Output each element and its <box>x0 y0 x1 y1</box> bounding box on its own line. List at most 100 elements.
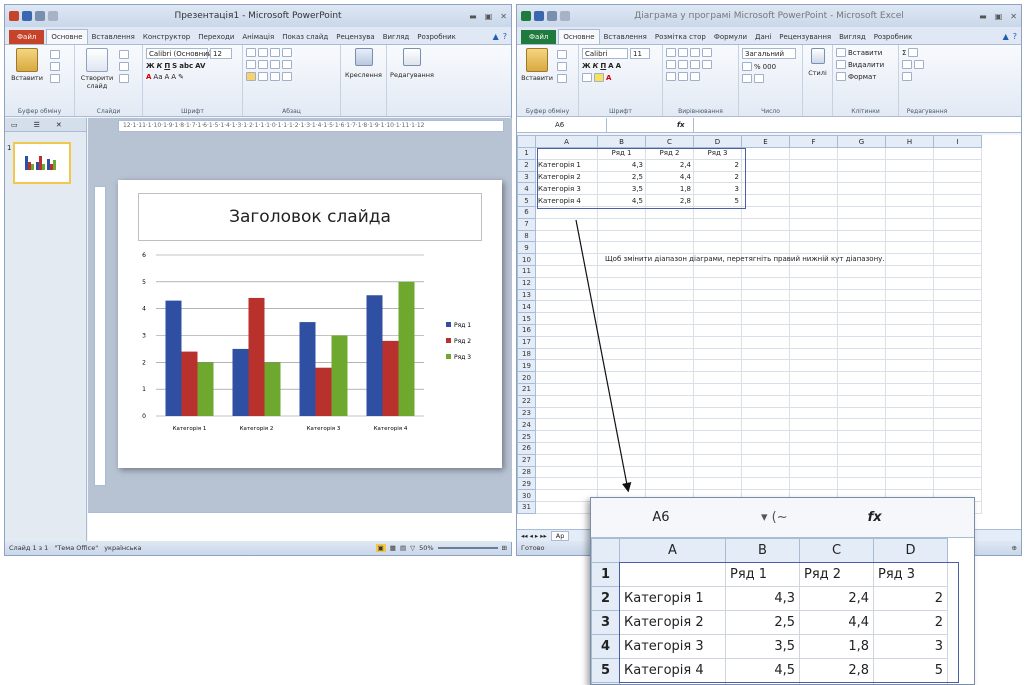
cell[interactable] <box>535 430 598 443</box>
fit-window-icon[interactable]: ⊞ <box>502 544 507 552</box>
zoom-cell[interactable]: 2,4 <box>799 586 874 611</box>
cell[interactable] <box>741 158 790 172</box>
cell[interactable] <box>535 418 598 432</box>
cell[interactable] <box>741 217 790 231</box>
excel-cut-icon[interactable] <box>557 50 567 59</box>
cell[interactable] <box>837 170 886 184</box>
cut-icon[interactable] <box>50 50 60 59</box>
excel-tab-2[interactable]: Вставлення <box>600 30 651 44</box>
cell[interactable] <box>837 441 886 455</box>
notes-pane[interactable] <box>88 512 512 542</box>
zoom-column-header[interactable]: D <box>873 538 948 563</box>
excel-font-color-icon[interactable]: A <box>606 74 611 82</box>
cell[interactable] <box>741 182 790 196</box>
excel-save-icon[interactable] <box>534 11 544 21</box>
cell[interactable] <box>535 312 598 325</box>
cell[interactable] <box>741 394 790 408</box>
cell[interactable] <box>741 465 790 479</box>
cell[interactable] <box>837 205 886 219</box>
excel-align-left-icon[interactable] <box>666 60 676 69</box>
cell[interactable] <box>693 217 742 231</box>
cell[interactable] <box>837 477 886 491</box>
cell[interactable]: Ряд 3 <box>693 147 742 160</box>
row-header[interactable]: 21 <box>517 382 536 396</box>
excel-redo-icon[interactable] <box>560 11 570 21</box>
slide-canvas[interactable]: Заголовок слайда 0 1 2 3 4 5 6 Категорія 1 Катег… <box>118 180 502 468</box>
cell[interactable] <box>933 359 982 373</box>
cell[interactable] <box>885 394 934 408</box>
cell[interactable] <box>885 477 934 491</box>
close-pane-icon[interactable]: ✕ <box>56 121 62 129</box>
cell[interactable] <box>837 347 886 361</box>
cell[interactable] <box>837 335 886 349</box>
cell[interactable] <box>535 276 598 290</box>
cell[interactable] <box>741 335 790 349</box>
zoom-cell[interactable]: 5 <box>873 658 948 683</box>
cell[interactable] <box>933 323 982 337</box>
cell[interactable] <box>597 359 646 373</box>
bold-icon[interactable]: Ж <box>146 62 155 70</box>
number-format-box[interactable]: Загальний <box>742 48 796 59</box>
cell[interactable] <box>837 147 886 160</box>
cell[interactable] <box>741 382 790 396</box>
cell[interactable] <box>933 264 982 278</box>
zoom-cell[interactable]: Ряд 1 <box>725 562 800 587</box>
cell[interactable] <box>885 371 934 384</box>
column-header[interactable]: H <box>885 135 934 148</box>
cell[interactable] <box>535 359 598 373</box>
autosum-icon[interactable]: Σ <box>902 49 906 57</box>
excel-font-size[interactable]: 11 <box>630 48 650 59</box>
underline-icon[interactable]: П <box>164 62 170 70</box>
align-top-icon[interactable] <box>666 48 676 57</box>
cell[interactable] <box>933 465 982 479</box>
cell[interactable]: 4,4 <box>645 170 694 184</box>
zoom-corner[interactable] <box>591 538 620 563</box>
excel-close-icon[interactable]: ✕ <box>1010 12 1017 21</box>
fill-icon[interactable] <box>902 60 912 69</box>
cell[interactable] <box>535 489 598 502</box>
formula-input[interactable] <box>692 117 1021 132</box>
decrease-decimal-icon[interactable] <box>754 74 764 83</box>
cell[interactable] <box>597 418 646 432</box>
cell[interactable] <box>789 170 838 184</box>
cell[interactable] <box>645 453 694 467</box>
cell[interactable] <box>645 347 694 361</box>
cell[interactable] <box>885 253 934 266</box>
cell[interactable] <box>789 347 838 361</box>
ppt-tab-5[interactable]: Анімація <box>238 30 278 44</box>
cell[interactable] <box>597 347 646 361</box>
excel-font-name[interactable]: Calibri <box>582 48 628 59</box>
maximize-icon[interactable]: ▣ <box>485 12 493 21</box>
cell[interactable] <box>741 477 790 491</box>
cell[interactable] <box>789 229 838 243</box>
cell[interactable] <box>933 217 982 231</box>
borders-icon[interactable] <box>582 73 592 82</box>
row-header[interactable]: 16 <box>517 323 536 337</box>
cell[interactable] <box>933 194 982 207</box>
align-bottom-icon[interactable] <box>690 48 700 57</box>
cell[interactable] <box>597 205 646 219</box>
cell[interactable]: Ряд 2 <box>645 147 694 160</box>
minimize-icon[interactable]: ▬ <box>469 12 477 21</box>
close-icon[interactable]: ✕ <box>500 12 507 21</box>
cell[interactable] <box>693 359 742 373</box>
cell[interactable] <box>885 229 934 243</box>
cell[interactable] <box>535 217 598 231</box>
cell[interactable] <box>535 500 598 514</box>
excel-increase-indent-icon[interactable] <box>678 72 688 81</box>
cell[interactable] <box>597 406 646 420</box>
cell[interactable] <box>789 406 838 420</box>
ppt-app-icon[interactable] <box>9 11 19 21</box>
cell[interactable] <box>645 288 694 302</box>
cell[interactable] <box>597 276 646 290</box>
cell[interactable] <box>789 194 838 207</box>
cell[interactable] <box>597 465 646 479</box>
cell[interactable] <box>535 477 598 491</box>
cell[interactable] <box>597 430 646 443</box>
cell[interactable] <box>645 477 694 491</box>
cell[interactable] <box>885 194 934 207</box>
cell[interactable]: 1,8 <box>645 182 694 196</box>
align-right-icon[interactable] <box>270 72 280 81</box>
cell[interactable] <box>645 241 694 255</box>
cell[interactable] <box>933 276 982 290</box>
